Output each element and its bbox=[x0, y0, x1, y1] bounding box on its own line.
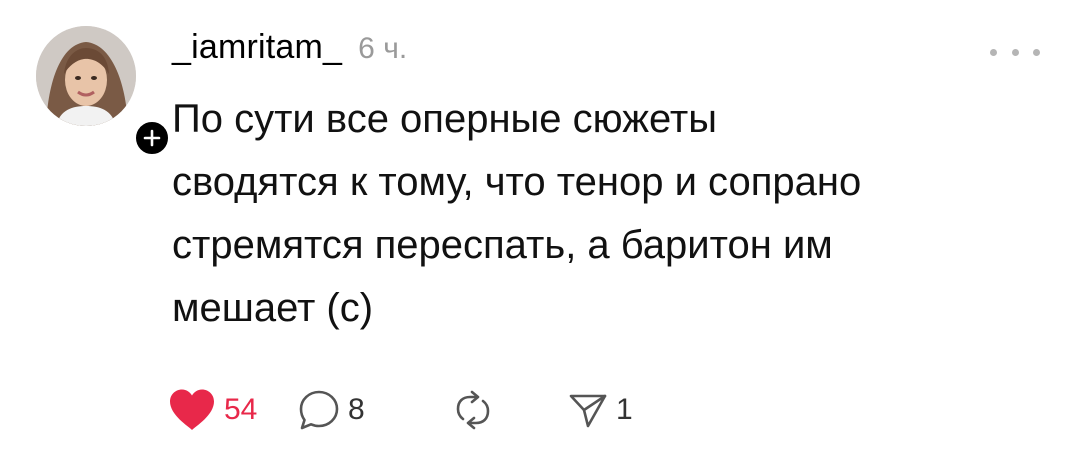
heart-filled-icon bbox=[170, 389, 214, 430]
avatar-image bbox=[36, 26, 136, 126]
post-header: _iamritam_ 6 ч. bbox=[172, 28, 407, 72]
thread-post: _iamritam_ 6 ч. По сути все оперные сюже… bbox=[0, 0, 1080, 458]
plus-icon bbox=[143, 129, 161, 147]
share-button[interactable]: 1 bbox=[568, 386, 633, 434]
repost-icon bbox=[456, 390, 490, 430]
post-text: По сути все оперные сюжеты сводятся к то… bbox=[172, 97, 862, 330]
repost-button[interactable] bbox=[453, 386, 568, 434]
like-count: 54 bbox=[224, 393, 258, 426]
avatar-container[interactable] bbox=[36, 26, 172, 158]
more-options-button[interactable] bbox=[990, 42, 1040, 62]
comment-count: 8 bbox=[348, 393, 365, 426]
avatar[interactable] bbox=[36, 26, 136, 126]
send-icon bbox=[569, 394, 607, 428]
comment-button[interactable]: 8 bbox=[298, 386, 453, 434]
follow-button[interactable] bbox=[132, 118, 172, 158]
more-horizontal-icon-dot bbox=[1033, 48, 1040, 56]
post-timestamp: 6 ч. bbox=[358, 32, 408, 65]
username-link[interactable]: _iamritam_ bbox=[172, 28, 342, 67]
comment-bubble-icon bbox=[299, 390, 339, 430]
more-horizontal-icon-dot bbox=[1011, 48, 1019, 56]
more-horizontal-icon bbox=[990, 48, 997, 56]
like-button[interactable]: 54 bbox=[168, 386, 298, 434]
share-count: 1 bbox=[616, 393, 633, 426]
action-bar: 54 8 1 bbox=[168, 386, 633, 434]
